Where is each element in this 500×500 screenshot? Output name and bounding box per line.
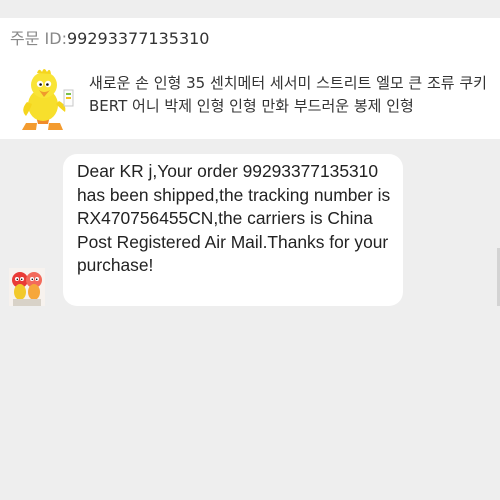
yellow-bird-plush-icon[interactable] <box>18 66 76 134</box>
message-bubble: Dear KR j,Your order 99293377135310 has … <box>63 154 403 306</box>
product-row[interactable]: 새로운 손 인형 35 센치메터 세서미 스트리트 엘모 큰 조류 쿠키 BER… <box>0 66 500 139</box>
message-row: Dear KR j,Your order 99293377135310 has … <box>0 154 500 314</box>
order-id-row: 주문 ID:99293377135310 <box>10 28 209 50</box>
order-id-value: 99293377135310 <box>66 29 210 48</box>
order-card[interactable]: 주문 ID:99293377135310 새로운 손 인형 35 센치메터 세서… <box>0 18 500 139</box>
product-title[interactable]: 새로운 손 인형 35 센치메터 세서미 스트리트 엘모 큰 조류 쿠키 BER… <box>89 72 489 118</box>
order-id-label: 주문 ID: <box>10 29 67 48</box>
seller-avatar-icon[interactable] <box>9 268 45 306</box>
message-text: Dear KR j,Your order 99293377135310 has … <box>77 161 391 275</box>
